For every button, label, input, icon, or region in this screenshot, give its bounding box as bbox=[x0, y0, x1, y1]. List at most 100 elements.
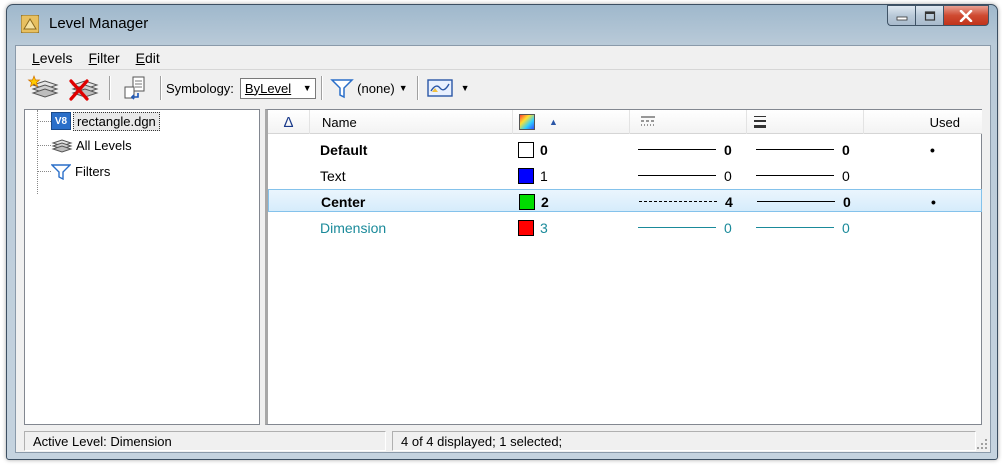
filter-button[interactable] bbox=[327, 73, 357, 103]
table-row[interactable]: Text 1 0 0 bbox=[268, 164, 982, 187]
symbology-combo[interactable]: ByLevel ▼ bbox=[239, 77, 317, 99]
level-weight-cell[interactable]: 0 bbox=[756, 216, 850, 239]
delete-level-button[interactable] bbox=[64, 73, 104, 103]
title-bar[interactable]: Level Manager bbox=[7, 5, 997, 45]
level-style-cell[interactable]: 0 bbox=[638, 216, 732, 239]
level-name[interactable]: Dimension bbox=[320, 216, 386, 239]
line-weight-value: 0 bbox=[842, 219, 850, 236]
filter-funnel-icon bbox=[51, 164, 71, 180]
menu-edit-mnemonic: E bbox=[135, 49, 145, 66]
window-title: Level Manager bbox=[49, 15, 149, 32]
tree-connector bbox=[37, 110, 38, 194]
level-tree: V8 rectangle.dgn All Levels Filters bbox=[24, 109, 260, 425]
maximize-button[interactable] bbox=[915, 5, 943, 26]
line-weight-preview bbox=[756, 149, 834, 150]
menu-levels-mnemonic: L bbox=[32, 49, 40, 66]
level-name[interactable]: Default bbox=[320, 138, 367, 161]
symbology-label: Symbology: bbox=[166, 80, 234, 96]
caption-buttons bbox=[887, 5, 989, 26]
name-column-header[interactable]: Name bbox=[310, 110, 513, 134]
status-bar: Active Level: Dimension 4 of 4 displayed… bbox=[16, 430, 990, 452]
dgn-version-badge: V8 bbox=[54, 115, 68, 127]
color-column-header[interactable]: ▲ bbox=[513, 110, 630, 134]
level-weight-cell[interactable]: 0 bbox=[756, 138, 850, 161]
level-color-cell[interactable]: 2 bbox=[519, 190, 549, 213]
microstation-app-icon bbox=[21, 15, 39, 33]
color-swatch bbox=[518, 167, 534, 184]
line-style-preview bbox=[638, 175, 716, 176]
menu-bar: Levels Filter Edit bbox=[16, 46, 990, 70]
level-weight-cell[interactable]: 0 bbox=[757, 190, 851, 213]
menu-levels[interactable]: Levels bbox=[24, 50, 80, 66]
line-style-value: 0 bbox=[724, 219, 732, 236]
level-style-cell[interactable]: 0 bbox=[638, 164, 732, 187]
color-swatch bbox=[518, 141, 534, 158]
used-column-label: Used bbox=[929, 114, 960, 130]
table-row[interactable]: Dimension 3 0 0 bbox=[268, 216, 982, 239]
level-name[interactable]: Text bbox=[320, 164, 346, 187]
name-column-label: Name bbox=[322, 114, 357, 130]
line-style-value: 0 bbox=[724, 141, 732, 158]
tree-item-filters[interactable]: Filters bbox=[51, 160, 110, 182]
table-row[interactable]: Default 0 0 0 • bbox=[268, 138, 982, 161]
line-style-preview bbox=[638, 227, 716, 228]
tree-item-root[interactable]: V8 rectangle.dgn bbox=[51, 110, 160, 132]
new-level-button[interactable] bbox=[24, 73, 64, 103]
tree-connector bbox=[37, 145, 51, 146]
chevron-down-icon: ▼ bbox=[302, 83, 312, 93]
level-color-cell[interactable]: 0 bbox=[518, 138, 548, 161]
menu-edit[interactable]: Edit bbox=[128, 50, 168, 66]
display-count-text: 4 of 4 displayed; 1 selected; bbox=[401, 433, 563, 449]
tree-item-root-label: rectangle.dgn bbox=[73, 111, 160, 131]
chevron-down-icon[interactable]: ▼ bbox=[399, 83, 408, 93]
import-export-button[interactable] bbox=[115, 73, 155, 103]
filter-value[interactable]: (none) bbox=[357, 81, 395, 96]
sort-indicator: Δ bbox=[283, 113, 294, 131]
line-weight-value: 0 bbox=[842, 141, 850, 158]
level-color-cell[interactable]: 1 bbox=[518, 164, 548, 187]
maximize-icon bbox=[924, 10, 935, 21]
toolbar-separator bbox=[160, 76, 161, 100]
level-style-cell[interactable]: 0 bbox=[638, 138, 732, 161]
display-options-button[interactable] bbox=[423, 73, 457, 103]
line-weight-icon bbox=[754, 116, 766, 128]
line-style-column-header[interactable] bbox=[630, 110, 747, 134]
minimize-button[interactable] bbox=[887, 5, 915, 26]
sort-column-header[interactable]: Δ bbox=[268, 110, 310, 134]
tree-connector bbox=[37, 121, 51, 122]
tree-item-all-levels[interactable]: All Levels bbox=[51, 134, 132, 156]
active-level-text: Active Level: Dimension bbox=[33, 433, 172, 449]
level-weight-cell[interactable]: 0 bbox=[756, 164, 850, 187]
menu-filter[interactable]: Filter bbox=[80, 50, 127, 66]
line-weight-column-header[interactable] bbox=[747, 110, 864, 134]
resize-grip-icon[interactable] bbox=[976, 438, 988, 450]
minimize-icon bbox=[896, 16, 907, 20]
line-style-value: 0 bbox=[724, 167, 732, 184]
tree-item-filters-label: Filters bbox=[75, 163, 111, 179]
line-style-value: 4 bbox=[725, 193, 733, 210]
client-area: Levels Filter Edit Symbology: ByLevel ▼ … bbox=[15, 45, 991, 453]
import-export-icon bbox=[124, 76, 145, 100]
line-weight-preview bbox=[757, 201, 835, 202]
toolbar-separator bbox=[321, 76, 323, 100]
dgn-file-icon: V8 bbox=[51, 112, 71, 130]
toolbar: Symbology: ByLevel ▼ (none) ▼ ▼ bbox=[16, 71, 990, 105]
color-index: 0 bbox=[540, 141, 548, 158]
table-row[interactable]: Center 2 4 0 • bbox=[268, 189, 982, 212]
level-name[interactable]: Center bbox=[321, 190, 365, 213]
toolbar-separator bbox=[416, 76, 418, 100]
level-style-cell[interactable]: 4 bbox=[639, 190, 733, 213]
menu-edit-label: dit bbox=[144, 49, 160, 66]
level-used-indicator: • bbox=[930, 141, 935, 158]
chevron-down-icon[interactable]: ▼ bbox=[461, 83, 470, 93]
tree-connector bbox=[37, 171, 51, 172]
active-level-status: Active Level: Dimension bbox=[24, 431, 386, 451]
toolbar-separator bbox=[109, 76, 110, 100]
level-color-cell[interactable]: 3 bbox=[518, 216, 548, 239]
new-level-icon bbox=[27, 75, 59, 98]
used-column-header[interactable]: Used bbox=[864, 110, 982, 134]
color-swatch bbox=[518, 219, 534, 236]
level-used-indicator: • bbox=[931, 193, 936, 210]
sort-ascending-icon: ▲ bbox=[549, 117, 558, 127]
close-button[interactable] bbox=[943, 5, 989, 26]
